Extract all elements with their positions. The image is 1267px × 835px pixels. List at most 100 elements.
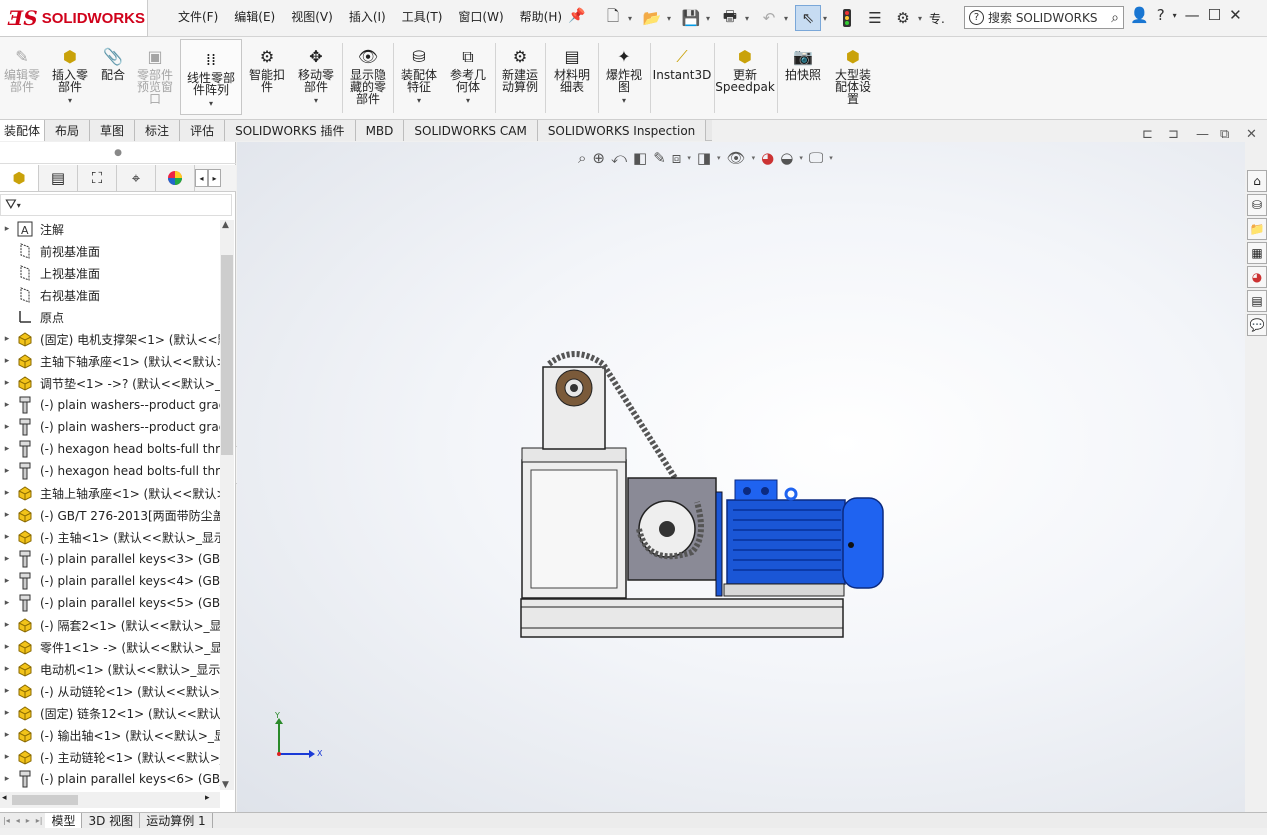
hide-show-items-icon[interactable]: 👁	[727, 149, 746, 167]
tab-sketch[interactable]: 草图	[90, 120, 136, 141]
property-manager-tab-icon[interactable]: ▤	[39, 165, 78, 191]
tree-item[interactable]: ▸ (-) hexagon head bolts-full thread	[0, 460, 220, 482]
help-dropdown-icon[interactable]: ▾	[1173, 11, 1177, 20]
dimxpert-tab-icon[interactable]: ⌖	[117, 165, 156, 191]
tree-item[interactable]: ▸ 零件1<1> -> (默认<<默认>_显示状态 1>)	[0, 636, 220, 658]
search-box[interactable]: ? 搜索 SOLIDWORKS ⌕	[964, 6, 1124, 29]
chevron-down-icon[interactable]: ▾	[752, 154, 756, 162]
tree-item[interactable]: ▸ 调节垫<1> ->? (默认<<默认>_显示状态 1>)	[0, 372, 220, 394]
tree-item[interactable]: ▸ 主轴上轴承座<1> (默认<<默认>_显示状态 1>)	[0, 482, 220, 504]
chevron-down-icon[interactable]: ▾	[209, 98, 213, 110]
user-label[interactable]: 专.	[929, 10, 945, 27]
edit-component-button[interactable]: ✎ 编辑零 部件	[0, 37, 44, 120]
menu-tools[interactable]: 工具(T)	[394, 8, 451, 25]
expand-arrow-icon[interactable]: ▸	[0, 422, 14, 432]
panel-handle[interactable]: ●	[0, 142, 236, 164]
menu-view[interactable]: 视图(V)	[283, 8, 341, 25]
tree-item[interactable]: ▸ (-) hexagon head bolts-full thread	[0, 438, 220, 460]
configuration-manager-tab-icon[interactable]: ⛶	[78, 165, 117, 191]
chevron-down-icon[interactable]: ▾	[622, 95, 626, 107]
expand-arrow-icon[interactable]: ▸	[0, 224, 14, 234]
doc-restore-icon[interactable]: ⧉	[1220, 127, 1229, 142]
next-tab-icon[interactable]: ▸	[23, 816, 33, 825]
reference-geometry-button[interactable]: ⧉ 参考几 何体 ▾	[444, 37, 492, 120]
pin-icon[interactable]: 📌	[568, 8, 585, 24]
expand-arrow-icon[interactable]: ▸	[0, 334, 14, 344]
design-library-icon[interactable]: ⛁	[1247, 194, 1267, 216]
expand-arrow-icon[interactable]: ▸	[0, 686, 14, 696]
assembly-features-button[interactable]: ⛁ 装配体 特征 ▾	[396, 37, 442, 120]
tree-item[interactable]: ▸ (-) plain parallel keys<4> (GB_	[0, 570, 220, 592]
expand-arrow-icon[interactable]: ▸	[0, 774, 14, 784]
file-properties-icon[interactable]: ☰	[862, 5, 888, 31]
filter-icon[interactable]: ⛛ ▾	[0, 194, 232, 216]
view-palette-icon[interactable]: ▦	[1247, 242, 1267, 264]
dynamic-annotation-icon[interactable]: ✎	[653, 149, 666, 167]
expand-arrow-icon[interactable]: ▸	[0, 510, 14, 520]
last-tab-icon[interactable]: ▸|	[33, 816, 46, 825]
tree-item[interactable]: ▸ (-) 从动链轮<1> (默认<<默认>_显示状态 1>)	[0, 680, 220, 702]
mate-button[interactable]: 📎 配合	[96, 37, 130, 120]
menu-help[interactable]: 帮助(H)	[512, 8, 570, 25]
tab-layout[interactable]: 布局	[45, 120, 91, 141]
undo-dropdown-icon[interactable]: ▾	[784, 14, 793, 23]
expand-arrow-icon[interactable]: ▸	[0, 554, 14, 564]
tab-cam[interactable]: SOLIDWORKS CAM	[404, 120, 538, 141]
solidworks-forum-icon[interactable]: 💬	[1247, 314, 1267, 336]
tab-markup[interactable]: 标注	[135, 120, 181, 141]
previous-view-icon[interactable]: ⤺	[611, 149, 627, 167]
menu-edit[interactable]: 编辑(E)	[226, 8, 283, 25]
options-dropdown-icon[interactable]: ▾	[918, 14, 927, 23]
tabs-scroll-left-icon[interactable]: ◂	[195, 169, 208, 187]
doc-close-icon[interactable]: ✕	[1246, 127, 1257, 142]
menu-file[interactable]: 文件(F)	[170, 8, 226, 25]
tree-item[interactable]: ▸ (固定) 电机支撑架<1> (默认<<默认>_显示状态 1>)	[0, 328, 220, 350]
new-motion-study-button[interactable]: ⚙ 新建运 动算例	[497, 37, 543, 120]
scroll-up-icon[interactable]: ▲	[222, 220, 229, 230]
apply-scene-icon[interactable]: ◒	[780, 149, 793, 167]
tab-model[interactable]: 模型	[45, 812, 83, 829]
expand-arrow-icon[interactable]: ▸	[0, 598, 14, 608]
tree-item[interactable]: ▸ A 注解	[0, 218, 220, 240]
tab-3d-views[interactable]: 3D 视图	[82, 812, 141, 829]
snapshot-button[interactable]: 📷 拍快照	[780, 37, 826, 120]
chevron-down-icon[interactable]: ▾	[417, 95, 421, 107]
chevron-down-icon[interactable]: ▾	[717, 154, 721, 162]
chevron-down-icon[interactable]: ▾	[314, 95, 318, 107]
expand-arrow-icon[interactable]: ▸	[0, 466, 14, 476]
move-component-button[interactable]: ✥ 移动零 部件 ▾	[292, 37, 340, 120]
select-dropdown-icon[interactable]: ▾	[823, 14, 832, 23]
expand-arrow-icon[interactable]: ▸	[0, 532, 14, 542]
tab-motion-study[interactable]: 运动算例 1	[140, 812, 213, 829]
tree-item[interactable]: ▸ (-) 输出轴<1> (默认<<默认>_显示状态 1>)	[0, 724, 220, 746]
home-icon[interactable]: ⌂	[1247, 170, 1267, 192]
select-pointer-icon[interactable]: ⇖	[795, 5, 821, 31]
scroll-down-icon[interactable]: ▼	[222, 780, 229, 790]
scroll-left-icon[interactable]: ◂	[2, 793, 7, 803]
instant3d-button[interactable]: ⟋ Instant3D	[652, 37, 712, 120]
print-dropdown-icon[interactable]: ▾	[745, 14, 754, 23]
feature-manager-tab-icon[interactable]: ⬢	[0, 165, 39, 191]
show-hidden-button[interactable]: 👁 显示隐 藏的零 部件	[344, 37, 392, 120]
tree-horizontal-scrollbar[interactable]: ◂ ▸	[0, 792, 220, 808]
tree-item[interactable]: 上视基准面	[0, 262, 220, 284]
tree-item[interactable]: ▸ (-) 隔套2<1> (默认<<默认>_显示状态 1>)	[0, 614, 220, 636]
print-icon[interactable]: 🖶	[717, 5, 743, 31]
zoom-to-area-icon[interactable]: ⊕	[592, 149, 605, 167]
prev-tab-icon[interactable]: ◂	[13, 816, 23, 825]
expand-arrow-icon[interactable]: ▸	[0, 752, 14, 762]
custom-properties-icon[interactable]: ▤	[1247, 290, 1267, 312]
chevron-down-icon[interactable]: ▾	[799, 154, 803, 162]
save-dropdown-icon[interactable]: ▾	[706, 14, 715, 23]
tree-item[interactable]: ▸ (-) 主动链轮<1> (默认<<默认>_显示状态 1>)	[0, 746, 220, 768]
help-icon[interactable]: ?	[1157, 6, 1165, 24]
expand-arrow-icon[interactable]: ▸	[0, 488, 14, 498]
options-gear-icon[interactable]: ⚙	[890, 5, 916, 31]
expand-arrow-icon[interactable]: ▸	[0, 576, 14, 586]
maximize-icon[interactable]: ☐	[1208, 6, 1221, 24]
tree-item[interactable]: ▸ 电动机<1> (默认<<默认>_显示状态 1>)	[0, 658, 220, 680]
new-dropdown-icon[interactable]: ▾	[628, 14, 637, 23]
menu-insert[interactable]: 插入(I)	[341, 8, 394, 25]
chevron-down-icon[interactable]: ▾	[829, 154, 833, 162]
tile-right-icon[interactable]: ⊐	[1168, 127, 1179, 142]
